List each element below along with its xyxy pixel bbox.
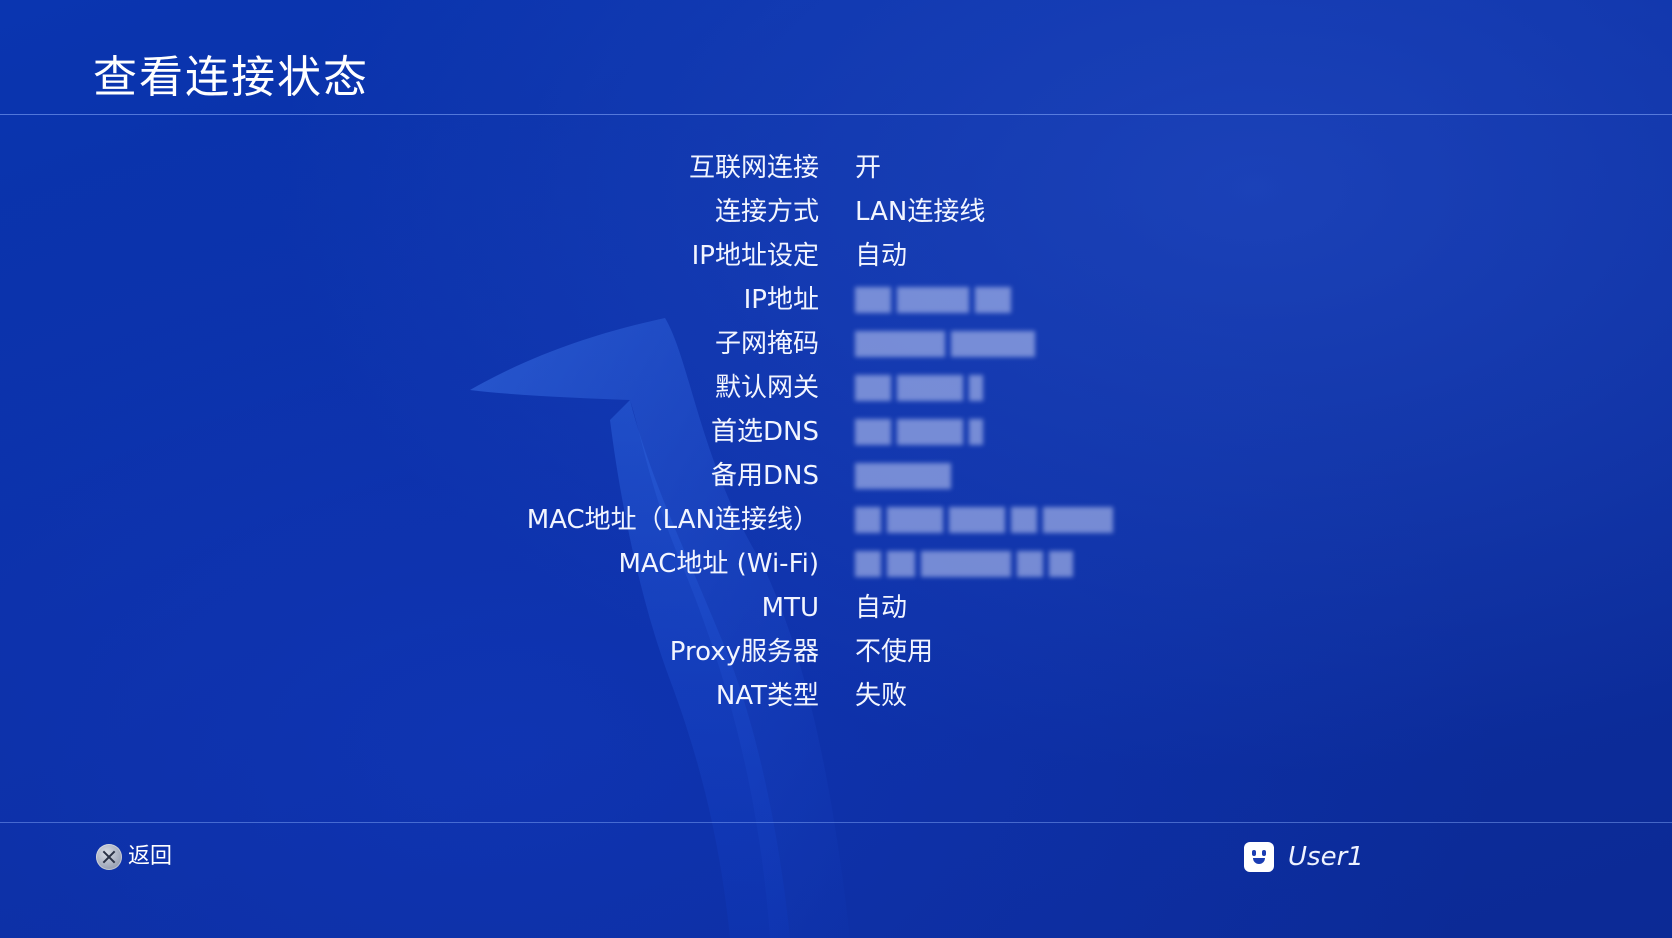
back-label: 返回 — [128, 844, 173, 869]
status-value: LAN连接线 — [855, 197, 986, 227]
status-label: IP地址 — [743, 285, 819, 315]
status-row-default-gateway: 默认网关 — [0, 366, 1672, 410]
status-label: 子网掩码 — [714, 329, 819, 359]
status-value: 自动 — [855, 241, 908, 271]
status-label: MAC地址 (Wi-Fi) — [618, 549, 820, 579]
redacted-value — [855, 331, 1035, 357]
status-label: MTU — [761, 593, 819, 623]
user-indicator: User1 — [1244, 837, 1364, 877]
redacted-value — [855, 419, 983, 445]
cross-button-icon — [96, 844, 122, 870]
status-row-connection-method: 连接方式 LAN连接线 — [0, 190, 1672, 234]
page-title: 查看连接状态 — [93, 52, 369, 103]
redacted-value — [855, 507, 1113, 533]
status-row-mac-lan: MAC地址（LAN连接线） — [0, 498, 1672, 542]
status-value: 不使用 — [855, 637, 934, 667]
status-row-mtu: MTU 自动 — [0, 586, 1672, 630]
status-label: 默认网关 — [714, 373, 819, 403]
redacted-value — [855, 375, 983, 401]
username: User1 — [1288, 842, 1364, 872]
status-value: 自动 — [855, 593, 908, 623]
status-label: Proxy服务器 — [669, 637, 819, 667]
status-label: 互联网连接 — [688, 153, 819, 183]
footer: 返回 User1 — [0, 822, 1672, 938]
status-list: 互联网连接 开 连接方式 LAN连接线 IP地址设定 自动 IP地址 子网掩码 … — [0, 146, 1672, 718]
status-row-subnet-mask: 子网掩码 — [0, 322, 1672, 366]
status-row-ip-address: IP地址 — [0, 278, 1672, 322]
status-row-mac-wifi: MAC地址 (Wi-Fi) — [0, 542, 1672, 586]
status-label: MAC地址（LAN连接线） — [526, 505, 819, 535]
status-value: 失败 — [855, 681, 908, 711]
back-button[interactable]: 返回 — [96, 837, 172, 877]
connection-status-screen: 查看连接状态 互联网连接 开 连接方式 LAN连接线 IP地址设定 自动 IP地… — [0, 0, 1672, 938]
status-value: 开 — [855, 153, 882, 183]
status-label: NAT类型 — [715, 681, 819, 711]
status-label: IP地址设定 — [691, 241, 819, 271]
header: 查看连接状态 — [0, 0, 1672, 115]
status-label: 备用DNS — [711, 461, 819, 491]
redacted-value — [855, 287, 1011, 313]
user-avatar-icon — [1244, 842, 1274, 872]
redacted-value — [855, 463, 951, 489]
status-label: 连接方式 — [714, 197, 819, 227]
redacted-value — [855, 551, 1073, 577]
status-row-primary-dns: 首选DNS — [0, 410, 1672, 454]
status-row-internet: 互联网连接 开 — [0, 146, 1672, 190]
status-row-nat-type: NAT类型 失败 — [0, 674, 1672, 718]
status-row-proxy: Proxy服务器 不使用 — [0, 630, 1672, 674]
status-row-secondary-dns: 备用DNS — [0, 454, 1672, 498]
status-label: 首选DNS — [711, 417, 819, 447]
status-row-ip-setting: IP地址设定 自动 — [0, 234, 1672, 278]
